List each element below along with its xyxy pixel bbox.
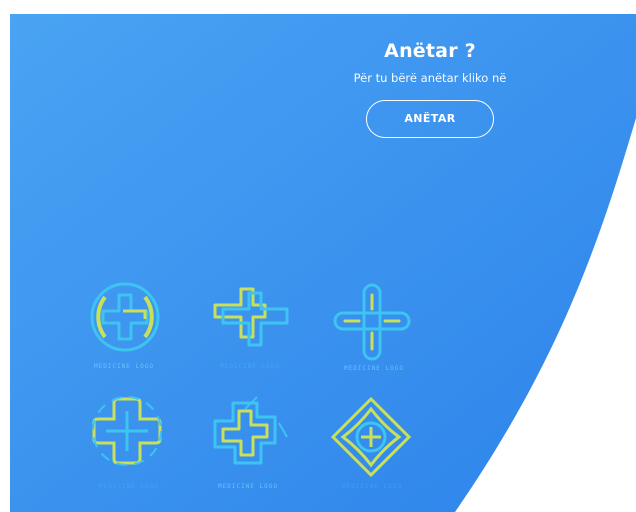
logo-caption: MEDICINE LOGO bbox=[344, 365, 404, 372]
member-button[interactable]: ANËTAR bbox=[366, 100, 494, 138]
logo-caption: MEDICINE LOGO bbox=[218, 483, 278, 490]
page: Anëtar ? Për tu bërë anëtar kliko në ANË… bbox=[0, 0, 636, 512]
logo-caption: MEDICINE LOGO bbox=[220, 363, 280, 370]
member-title: Anëtar ? bbox=[384, 40, 476, 62]
logo-tile: MEDICINE LOGO bbox=[325, 393, 435, 503]
logo-caption: MEDICINE LOGO bbox=[99, 483, 159, 490]
logo-tile: MEDICINE LOGO bbox=[205, 275, 315, 385]
member-section: Anëtar ? Për tu bërë anëtar kliko në ANË… bbox=[290, 40, 570, 138]
logo-caption: MEDICINE LOGO bbox=[342, 483, 402, 490]
logo-tile: MEDICINE LOGO bbox=[88, 393, 198, 503]
logo-tile: MEDICINE LOGO bbox=[205, 393, 315, 503]
logo-tile: MEDICINE LOGO bbox=[83, 275, 193, 385]
member-subtitle: Për tu bërë anëtar kliko në bbox=[353, 71, 507, 85]
logo-caption: MEDICINE LOGO bbox=[94, 363, 154, 370]
logo-tile: MEDICINE LOGO bbox=[325, 275, 435, 385]
